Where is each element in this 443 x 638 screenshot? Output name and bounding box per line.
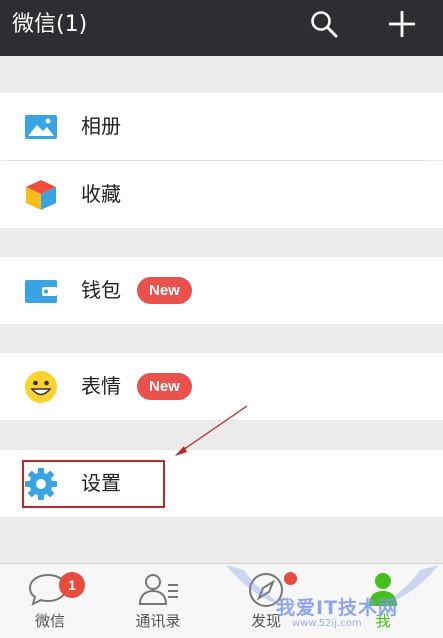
menu-item-favorites[interactable]: 收藏: [0, 161, 443, 228]
wallet-label: 钱包: [81, 278, 121, 302]
tab-chats-label: 微信: [34, 612, 65, 630]
tab-contacts[interactable]: 通讯录: [113, 564, 203, 638]
smiley-icon: [25, 371, 57, 403]
notification-dot: [284, 572, 297, 585]
album-icon: [25, 115, 57, 139]
new-badge: New: [137, 373, 192, 400]
stickers-label: 表情: [81, 374, 121, 398]
wallet-icon: [25, 280, 57, 303]
tab-contacts-label: 通讯录: [135, 612, 181, 630]
album-label: 相册: [81, 114, 121, 138]
app-title: 微信(1): [12, 12, 88, 37]
search-icon[interactable]: [309, 9, 339, 39]
contacts-icon: [138, 574, 178, 605]
unread-badge: 1: [59, 572, 85, 598]
new-badge: New: [137, 277, 192, 304]
cube-icon: [26, 180, 56, 210]
watermark-text: 我爱IT技术网: [276, 597, 399, 619]
menu-item-wallet[interactable]: 钱包 New: [0, 257, 443, 324]
plus-icon[interactable]: [387, 9, 417, 39]
menu-item-album[interactable]: 相册: [0, 93, 443, 160]
menu-item-stickers[interactable]: 表情 New: [0, 353, 443, 420]
tab-chats[interactable]: 1 微信: [5, 564, 95, 638]
settings-highlight-box: [22, 460, 165, 508]
watermark-url: www.52ij.com: [292, 618, 362, 629]
title-bar: 微信(1): [0, 0, 443, 56]
favorites-label: 收藏: [81, 182, 121, 206]
